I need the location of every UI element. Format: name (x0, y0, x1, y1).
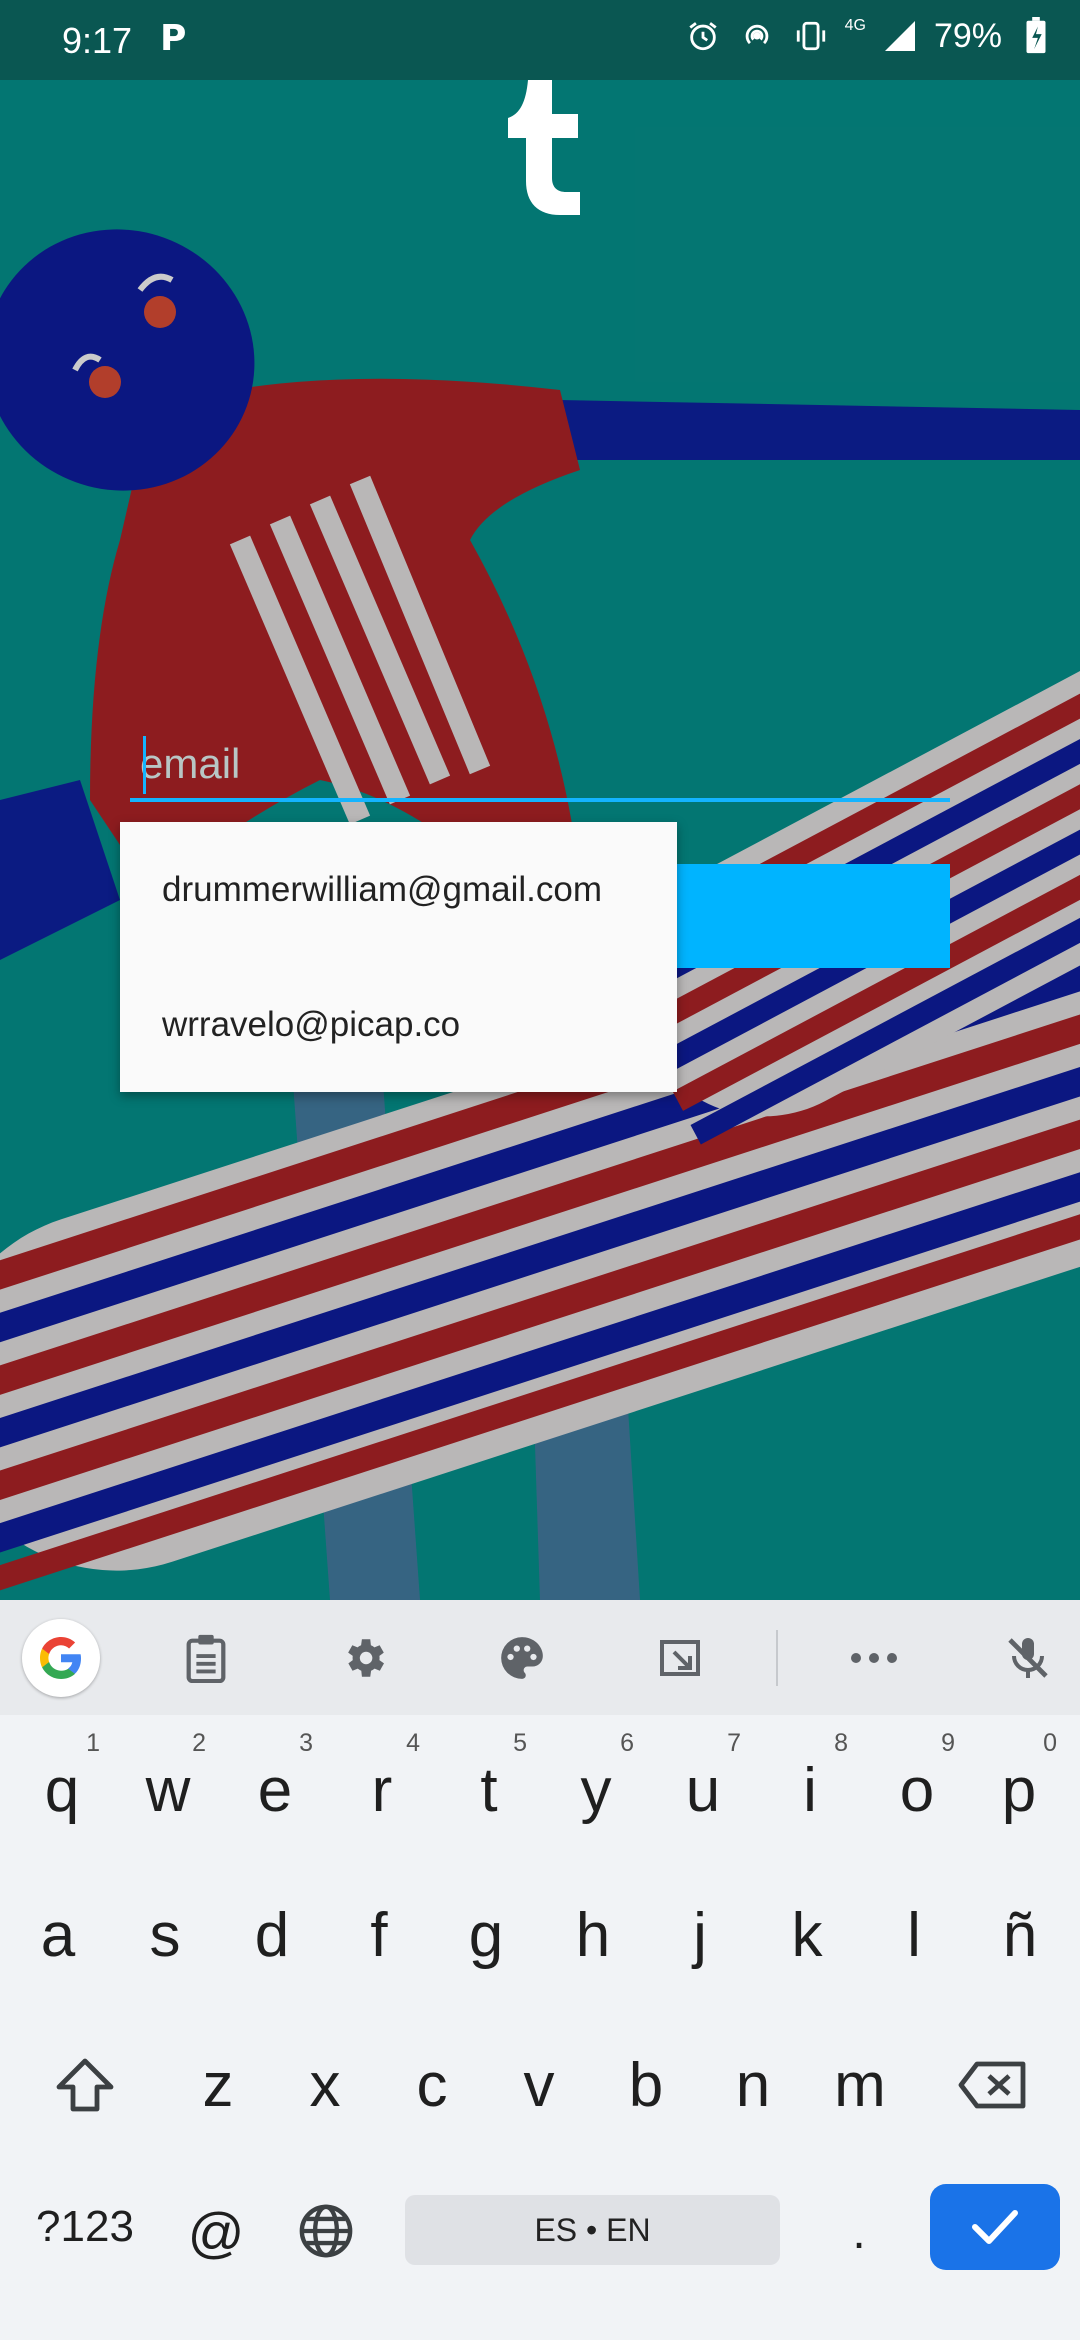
key-i[interactable]: i8 (766, 1729, 854, 1845)
at-key[interactable]: @ (172, 2182, 260, 2282)
key-a[interactable]: a (14, 1880, 102, 1990)
soft-keyboard: q1 w2 e3 r4 t5 y6 u7 i8 o9 p0 a s d f g … (0, 1600, 1080, 2340)
email-input[interactable] (130, 730, 950, 802)
key-d[interactable]: d (228, 1880, 316, 1990)
key-o[interactable]: o9 (873, 1729, 961, 1845)
key-e[interactable]: e3 (231, 1729, 319, 1845)
alarm-icon (683, 16, 723, 56)
key-x[interactable]: x (281, 2030, 369, 2140)
clipboard-icon[interactable] (170, 1622, 242, 1694)
key-v[interactable]: v (495, 2030, 583, 2140)
backspace-key[interactable] (948, 2030, 1038, 2140)
key-y[interactable]: y6 (552, 1729, 640, 1845)
key-k[interactable]: k (763, 1880, 851, 1990)
space-key[interactable]: ES • EN (405, 2195, 780, 2265)
network-type: 4G (844, 17, 866, 34)
keyboard-toolbar (0, 1600, 1080, 1715)
key-n[interactable]: n (709, 2030, 797, 2140)
key-l[interactable]: l (870, 1880, 958, 1990)
status-time: 9:17 (62, 20, 133, 61)
hotspot-icon (737, 16, 777, 56)
resize-icon[interactable] (644, 1622, 716, 1694)
tumblr-logo (500, 80, 590, 215)
palette-icon[interactable] (486, 1622, 558, 1694)
key-q[interactable]: q1 (18, 1729, 106, 1845)
period-key[interactable]: . (815, 2182, 903, 2282)
parking-app-icon: P (160, 18, 187, 59)
key-s[interactable]: s (121, 1880, 209, 1990)
key-h[interactable]: h (549, 1880, 637, 1990)
signal-icon (880, 16, 920, 56)
status-icons: 4G 79% (683, 16, 1056, 56)
key-f[interactable]: f (335, 1880, 423, 1990)
status-bar: 9:17 P 4G 79% (0, 0, 1080, 80)
key-g[interactable]: g (442, 1880, 530, 1990)
key-r[interactable]: r4 (338, 1729, 426, 1845)
battery-charging-icon (1016, 16, 1056, 56)
key-m[interactable]: m (816, 2030, 904, 2140)
symbols-key[interactable]: ?123 (20, 2182, 150, 2272)
email-autocomplete-dropdown: drummerwilliam@gmail.com wrravelo@picap.… (120, 822, 677, 1092)
key-n-tilde[interactable]: ñ (976, 1880, 1064, 1990)
globe-icon[interactable] (282, 2186, 370, 2276)
email-field[interactable] (130, 730, 950, 806)
battery-percent: 79% (933, 16, 1002, 55)
more-icon[interactable] (838, 1622, 910, 1694)
vibrate-icon (791, 16, 831, 56)
enter-key[interactable] (930, 2184, 1060, 2270)
settings-icon[interactable] (328, 1622, 400, 1694)
mic-off-icon[interactable] (992, 1622, 1064, 1694)
google-icon[interactable] (22, 1619, 100, 1697)
text-cursor (143, 736, 146, 794)
key-t[interactable]: t5 (445, 1729, 533, 1845)
key-z[interactable]: z (174, 2030, 262, 2140)
key-c[interactable]: c (388, 2030, 476, 2140)
key-u[interactable]: u7 (659, 1729, 747, 1845)
key-w[interactable]: w2 (124, 1729, 212, 1845)
shift-key[interactable] (40, 2030, 130, 2140)
toolbar-divider (776, 1630, 778, 1686)
autocomplete-suggestion[interactable]: drummerwilliam@gmail.com (120, 822, 677, 957)
key-j[interactable]: j (656, 1880, 744, 1990)
autocomplete-suggestion[interactable]: wrravelo@picap.co (120, 957, 677, 1092)
key-b[interactable]: b (602, 2030, 690, 2140)
key-p[interactable]: p0 (975, 1729, 1063, 1845)
